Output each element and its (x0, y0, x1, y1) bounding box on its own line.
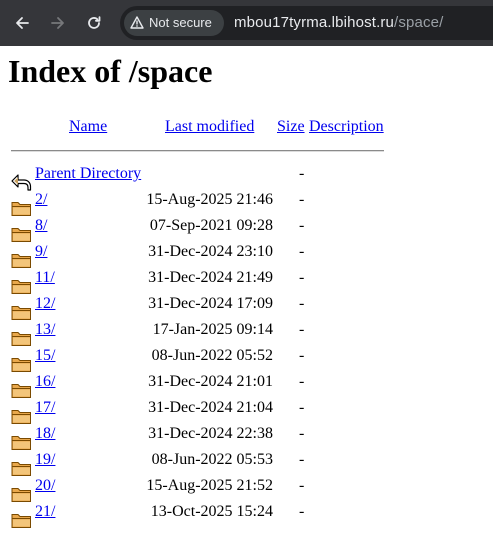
size-cell: - (299, 373, 305, 390)
last-modified-cell: 08-Jun-2022 05:53 (151, 451, 273, 468)
last-modified-cell: 13-Oct-2025 15:24 (150, 503, 273, 520)
folder-icon (11, 199, 32, 217)
table-row: 13/17-Jan-2025 09:14 - (0, 321, 493, 347)
folder-icon (11, 433, 32, 451)
table-row: 18/31-Dec-2024 22:38 - (0, 425, 493, 451)
size-cell: - (299, 451, 305, 468)
folder-icon (11, 407, 32, 425)
folder-link[interactable]: 2/ (35, 191, 47, 209)
table-row: 20/15-Aug-2025 21:52 - (0, 477, 493, 503)
size-cell: - (299, 165, 305, 182)
size-cell: - (299, 217, 305, 234)
folder-icon (11, 511, 32, 529)
last-modified-cell: 31-Dec-2024 23:10 (148, 243, 273, 260)
size-cell: - (299, 399, 305, 416)
folder-link[interactable]: 8/ (35, 217, 47, 235)
folder-link[interactable]: 17/ (35, 399, 55, 417)
folder-link[interactable]: 9/ (35, 243, 47, 261)
size-cell: - (299, 321, 305, 338)
table-row: 11/31-Dec-2024 21:49 - (0, 269, 493, 295)
last-modified-cell: 15-Aug-2025 21:46 (146, 191, 273, 208)
folder-icon (11, 303, 32, 321)
directory-listing: Parent Directory -2/15-Aug-2025 21:46-8/0… (0, 0, 493, 528)
size-cell: - (299, 503, 305, 520)
folder-link[interactable]: 16/ (35, 373, 55, 391)
table-row: 21/13-Oct-2025 15:24 - (0, 503, 493, 529)
folder-link[interactable]: 18/ (35, 425, 55, 443)
size-cell: - (299, 191, 305, 208)
folder-link[interactable]: 20/ (35, 477, 55, 495)
folder-icon (11, 355, 32, 373)
folder-icon (11, 329, 32, 347)
last-modified-cell: 07-Sep-2021 09:28 (149, 217, 273, 234)
last-modified-cell: 31-Dec-2024 21:49 (148, 269, 273, 286)
size-cell: - (299, 347, 305, 364)
last-modified-cell: 31-Dec-2024 17:09 (148, 295, 273, 312)
folder-icon (11, 251, 32, 269)
last-modified-cell: 31-Dec-2024 22:38 (148, 425, 273, 442)
last-modified-cell: 17-Jan-2025 09:14 (152, 321, 273, 338)
table-row: 17/31-Dec-2024 21:04 - (0, 399, 493, 425)
size-cell: - (299, 269, 305, 286)
table-row: Parent Directory - (0, 165, 493, 191)
last-modified-cell: 08-Jun-2022 05:52 (151, 347, 273, 364)
back-icon (11, 173, 32, 191)
table-row: 15/08-Jun-2022 05:52 - (0, 347, 493, 373)
last-modified-cell: 31-Dec-2024 21:01 (148, 373, 273, 390)
last-modified-cell: 15-Aug-2025 21:52 (146, 477, 273, 494)
size-cell: - (299, 477, 305, 494)
table-row: 19/08-Jun-2022 05:53 - (0, 451, 493, 477)
folder-link[interactable]: 12/ (35, 295, 55, 313)
table-row: 2/15-Aug-2025 21:46 - (0, 191, 493, 217)
folder-icon (11, 225, 32, 243)
table-row: 16/31-Dec-2024 21:01 - (0, 373, 493, 399)
table-row: 9/31-Dec-2024 23:10 - (0, 243, 493, 269)
folder-link[interactable]: 13/ (35, 321, 55, 339)
folder-icon (11, 277, 32, 295)
last-modified-cell: 31-Dec-2024 21:04 (148, 399, 273, 416)
parent-directory-link[interactable]: Parent Directory (35, 165, 141, 183)
folder-icon (11, 485, 32, 503)
size-cell: - (299, 295, 305, 312)
folder-icon (11, 381, 32, 399)
folder-link[interactable]: 19/ (35, 451, 55, 469)
folder-link[interactable]: 21/ (35, 503, 55, 521)
table-row: 12/31-Dec-2024 17:09 - (0, 295, 493, 321)
folder-link[interactable]: 11/ (35, 269, 55, 287)
size-cell: - (299, 243, 305, 260)
folder-icon (11, 459, 32, 477)
table-row: 8/07-Sep-2021 09:28 - (0, 217, 493, 243)
folder-link[interactable]: 15/ (35, 347, 55, 365)
size-cell: - (299, 425, 305, 442)
